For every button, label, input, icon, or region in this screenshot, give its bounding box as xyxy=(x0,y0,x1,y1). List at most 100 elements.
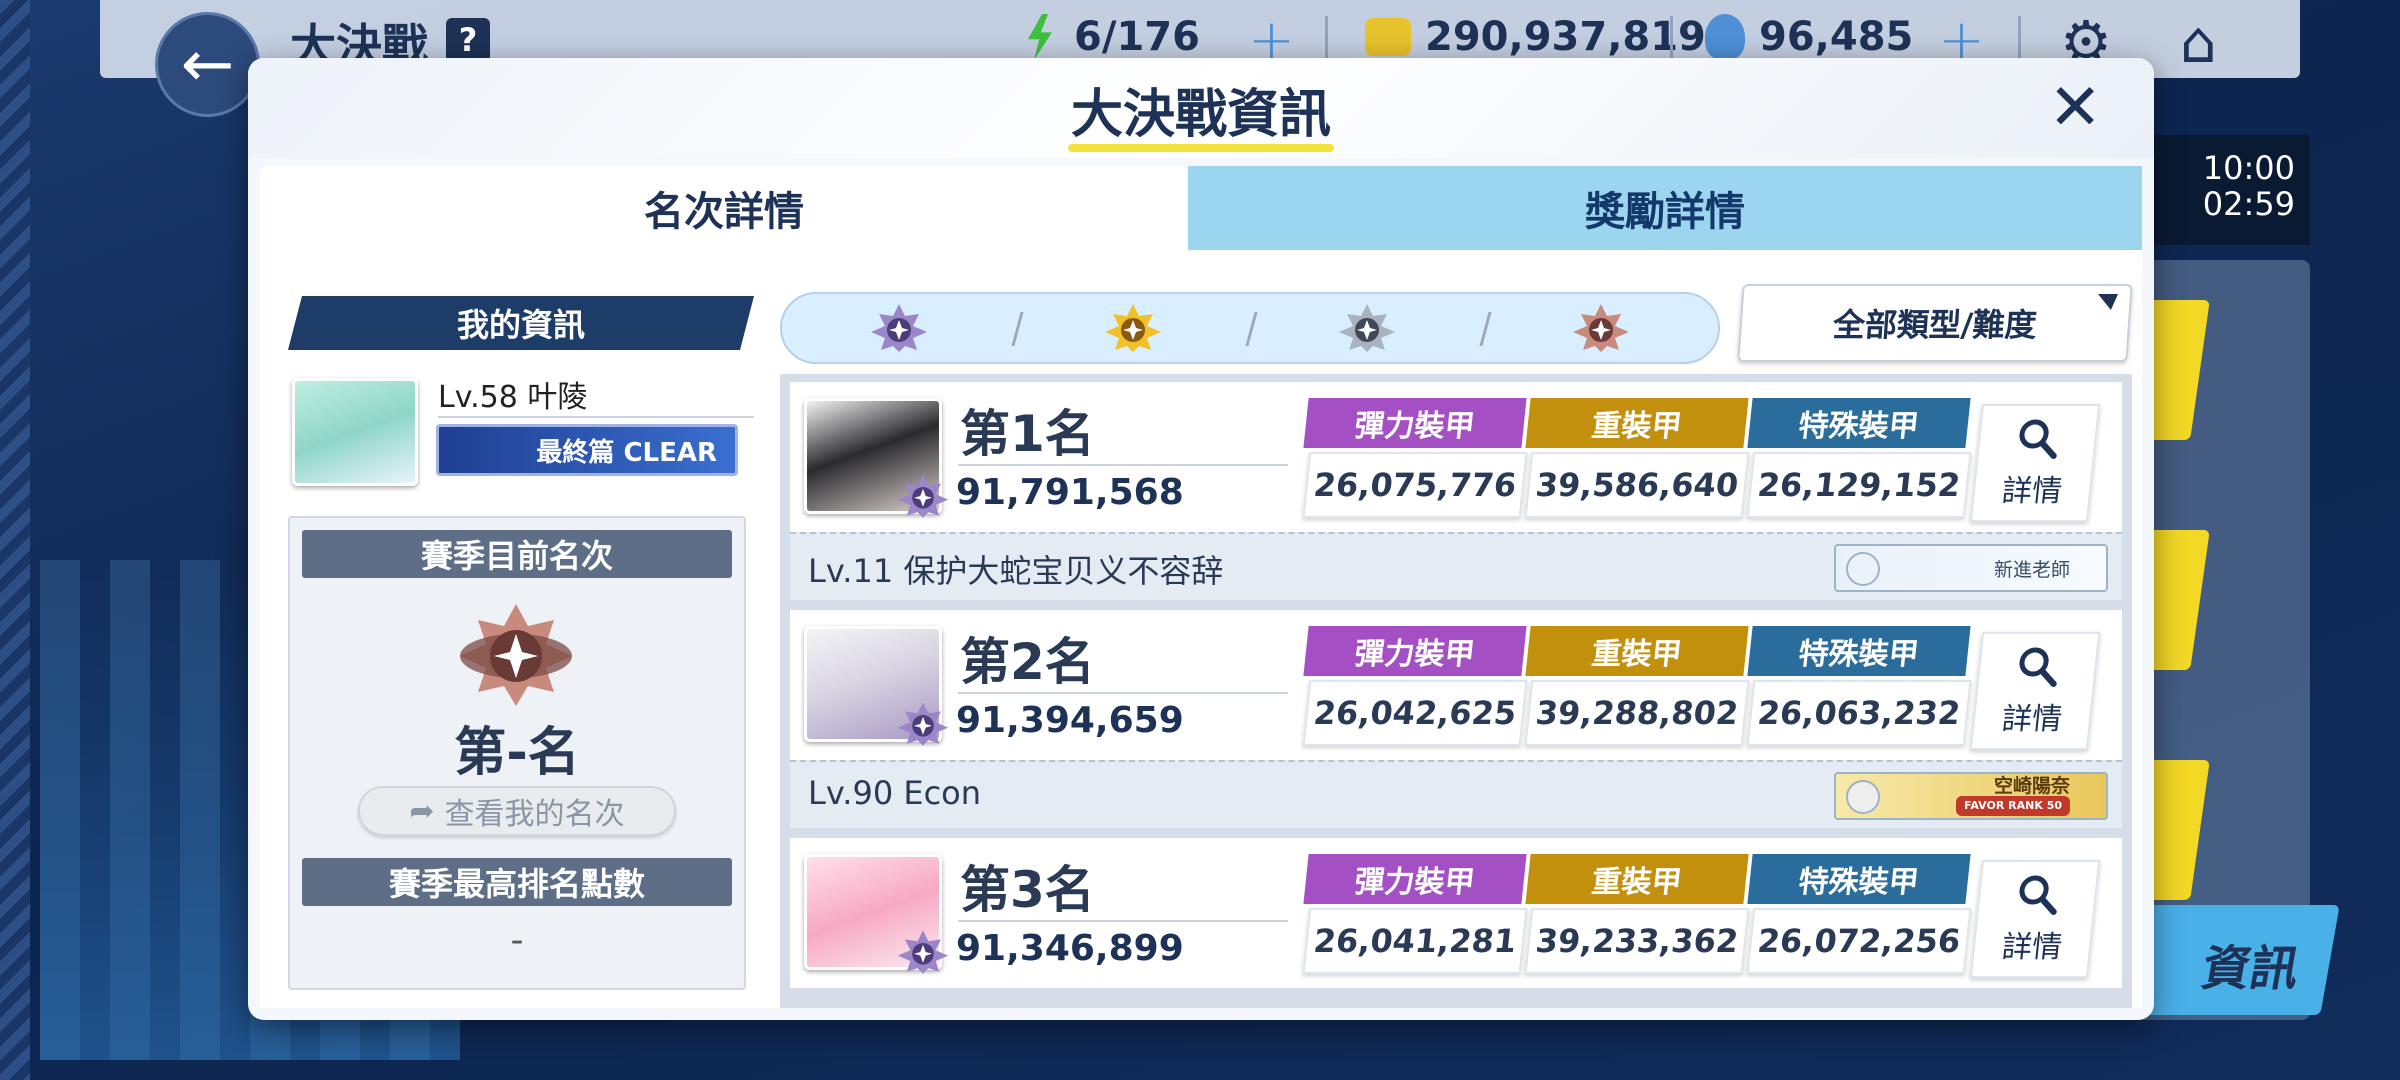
total-score: 91,346,899 xyxy=(956,928,1184,969)
heavy-armor-stat: 重裝甲 39,586,640 xyxy=(1524,398,1750,522)
ranking-row-main: 第3名 91,346,899 彈力裝甲 26,041,281 重裝甲 39,23… xyxy=(790,838,2122,988)
ranking-row-main: 第1名 91,791,568 彈力裝甲 26,075,776 重裝甲 39,58… xyxy=(790,382,2122,532)
close-button[interactable]: ✕ xyxy=(2048,76,2102,140)
divider xyxy=(438,416,754,418)
rank-label: 第3名 xyxy=(960,861,1095,919)
rank-label: 第2名 xyxy=(960,633,1095,691)
silver-emblem-icon xyxy=(1339,304,1395,352)
light-armor-stat: 彈力裝甲 26,041,281 xyxy=(1302,854,1528,978)
type-difficulty-dropdown[interactable]: 全部類型/難度 xyxy=(1737,284,2133,362)
arrow-left-icon: ← xyxy=(180,27,235,102)
heavy-armor-stat: 重裝甲 39,233,362 xyxy=(1524,854,1750,978)
credit-icon xyxy=(1365,18,1411,56)
share-arrow-icon: ➦ xyxy=(409,793,435,829)
home-icon[interactable]: ⌂ xyxy=(2180,8,2217,76)
heavy-armor-label: 重裝甲 xyxy=(1525,626,1749,676)
search-icon xyxy=(2019,419,2057,459)
close-icon: ✕ xyxy=(2048,71,2102,145)
compass-icon xyxy=(1846,552,1880,586)
bronze-emblem-icon xyxy=(460,604,572,706)
best-points-header: 賽季最高排名點數 xyxy=(302,858,732,906)
my-info-header: 我的資訊 xyxy=(288,296,754,350)
light-armor-stat: 彈力裝甲 26,075,776 xyxy=(1302,398,1528,522)
tab-bar: 名次詳情 獎勵詳情 xyxy=(260,166,2142,250)
divider xyxy=(2018,16,2021,62)
platinum-emblem-icon xyxy=(897,474,949,518)
teacher-name: Lv.90 Econ xyxy=(808,774,982,812)
credit-counter: 290,937,819 xyxy=(1365,14,1706,60)
ranking-row-footer: Lv.90 Econ 空崎陽奈 FAVOR RANK 50 xyxy=(790,760,2122,828)
gem-icon xyxy=(1705,14,1745,60)
special-armor-stat: 特殊裝甲 26,129,152 xyxy=(1746,398,1972,522)
my-avatar xyxy=(292,378,418,486)
platinum-emblem-icon xyxy=(897,930,949,974)
heavy-armor-score: 39,586,640 xyxy=(1524,452,1750,518)
season-rank-value: 第-名 xyxy=(454,723,580,783)
platinum-emblem-icon xyxy=(871,304,927,352)
light-armor-score: 26,075,776 xyxy=(1302,452,1528,518)
character-portrait-icon xyxy=(1846,780,1880,814)
search-icon xyxy=(2019,647,2057,687)
clear-plate: 最終篇 CLEAR xyxy=(436,424,738,476)
rank-label: 第1名 xyxy=(960,405,1095,463)
light-armor-score: 26,041,281 xyxy=(1302,908,1528,974)
tier-filter-gold[interactable] xyxy=(1017,292,1258,364)
special-armor-score: 26,063,232 xyxy=(1746,680,1972,746)
heavy-armor-label: 重裝甲 xyxy=(1525,854,1749,904)
ranking-list[interactable]: 第1名 91,791,568 彈力裝甲 26,075,776 重裝甲 39,58… xyxy=(780,374,2132,1008)
teacher-name: Lv.11 保护大蛇宝贝义不容辞 xyxy=(808,552,1224,590)
tab-reward-details[interactable]: 獎勵詳情 xyxy=(1188,166,2142,250)
divider xyxy=(958,920,1288,922)
special-armor-score: 26,129,152 xyxy=(1746,452,1972,518)
total-score: 91,394,659 xyxy=(956,700,1184,741)
special-armor-label: 特殊裝甲 xyxy=(1747,398,1971,448)
detail-button[interactable]: 詳情 xyxy=(1969,860,2101,978)
heavy-armor-stat: 重裝甲 39,288,802 xyxy=(1524,626,1750,750)
heavy-armor-label: 重裝甲 xyxy=(1525,398,1749,448)
tier-filter-platinum[interactable] xyxy=(783,292,1024,364)
season-rank-box: 賽季目前名次 第-名 ➦ 查看我的名次 賽季最高排名點數 - xyxy=(288,516,746,990)
title-underline xyxy=(1068,144,1334,152)
total-score: 91,791,568 xyxy=(956,472,1184,513)
bronze-emblem-icon xyxy=(1573,304,1629,352)
dropdown-triangle-icon xyxy=(2096,294,2119,310)
special-armor-stat: 特殊裝甲 26,072,256 xyxy=(1746,854,1972,978)
ranking-row: 第2名 91,394,659 彈力裝甲 26,042,625 重裝甲 39,28… xyxy=(790,610,2122,836)
my-level-name: Lv.58 叶陵 xyxy=(438,380,588,415)
tab-content: 我的資訊 Lv.58 叶陵 最終篇 CLEAR 賽季目前名次 第-名 ➦ 查看我… xyxy=(260,250,2142,1008)
light-armor-label: 彈力裝甲 xyxy=(1303,626,1527,676)
special-armor-label: 特殊裝甲 xyxy=(1747,854,1971,904)
divider xyxy=(958,464,1288,466)
ranking-row-footer: Lv.11 保护大蛇宝贝义不容辞 新進老師 xyxy=(790,532,2122,600)
platinum-emblem-icon xyxy=(897,702,949,746)
light-armor-stat: 彈力裝甲 26,042,625 xyxy=(1302,626,1528,750)
tab-rank-details[interactable]: 名次詳情 xyxy=(260,166,1188,250)
tier-filter-bronze[interactable] xyxy=(1485,292,1717,364)
detail-button[interactable]: 詳情 xyxy=(1969,404,2101,522)
back-button[interactable]: ← xyxy=(155,12,260,117)
modal-title: 大決戰資訊 xyxy=(1070,85,1331,145)
search-icon xyxy=(2019,875,2057,915)
ap-counter: 6/176 xyxy=(1020,14,1200,60)
light-armor-score: 26,042,625 xyxy=(1302,680,1528,746)
background-stripes xyxy=(0,0,30,1080)
tier-filter-bar xyxy=(780,292,1720,364)
divider xyxy=(958,692,1288,694)
special-armor-label: 特殊裝甲 xyxy=(1747,626,1971,676)
raid-info-modal: 大決戰資訊 ✕ 名次詳情 獎勵詳情 我的資訊 Lv.58 叶陵 最終篇 CLEA… xyxy=(248,58,2154,1020)
title-plate: 空崎陽奈 FAVOR RANK 50 xyxy=(1834,772,2108,820)
favor-rank-badge: FAVOR RANK 50 xyxy=(1956,796,2070,816)
help-button[interactable]: ? xyxy=(446,18,490,62)
view-my-rank-button[interactable]: ➦ 查看我的名次 xyxy=(358,786,676,836)
special-armor-score: 26,072,256 xyxy=(1746,908,1972,974)
gold-emblem-icon xyxy=(1105,304,1161,352)
detail-button[interactable]: 詳情 xyxy=(1969,632,2101,750)
best-points-value: - xyxy=(510,920,524,961)
heavy-armor-score: 39,233,362 xyxy=(1524,908,1750,974)
special-armor-stat: 特殊裝甲 26,063,232 xyxy=(1746,626,1972,750)
gem-counter: 96,485 xyxy=(1705,14,1913,60)
tier-filter-silver[interactable] xyxy=(1251,292,1492,364)
light-armor-label: 彈力裝甲 xyxy=(1303,398,1527,448)
heavy-armor-score: 39,288,802 xyxy=(1524,680,1750,746)
ranking-row: 第3名 91,346,899 彈力裝甲 26,041,281 重裝甲 39,23… xyxy=(790,838,2122,1008)
